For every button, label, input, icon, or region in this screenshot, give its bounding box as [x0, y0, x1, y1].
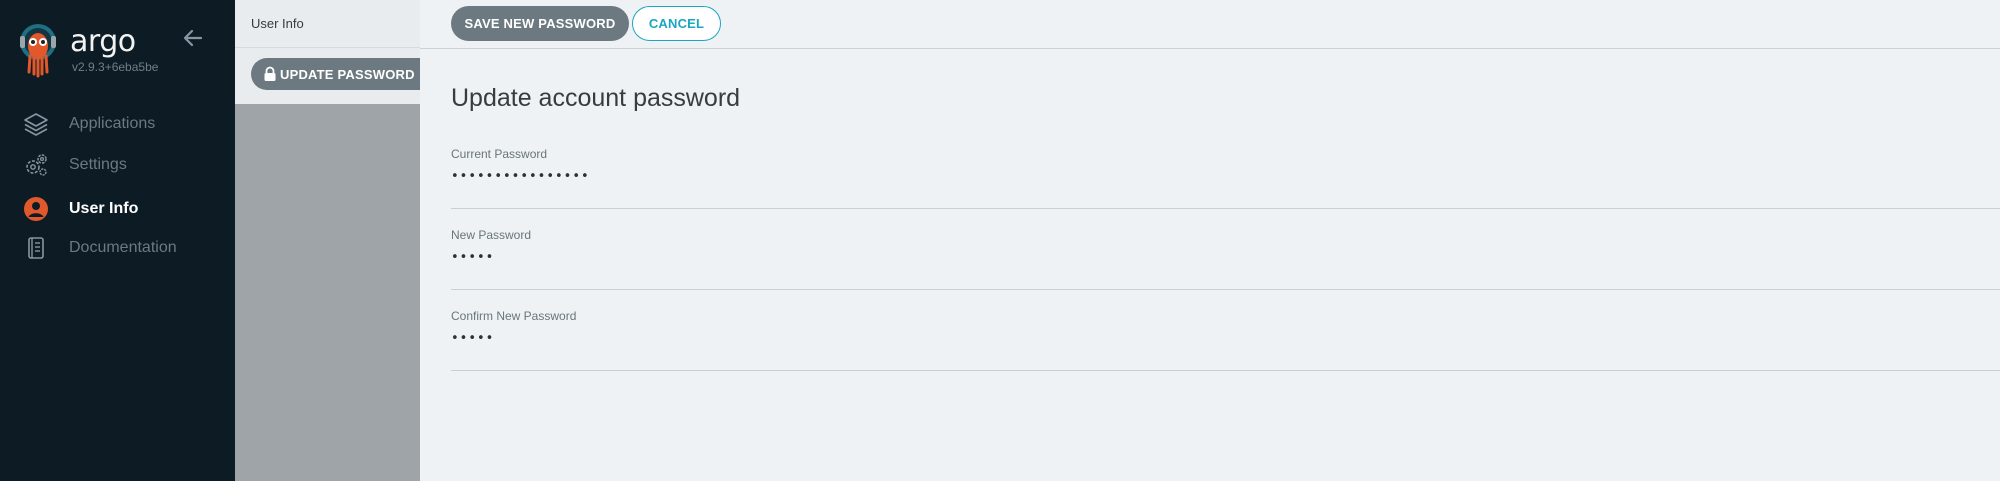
page-title-user-info: User Info [251, 16, 304, 31]
form-title: Update account password [451, 84, 741, 112]
user-circle-icon [20, 193, 52, 225]
update-password-button[interactable]: UPDATE PASSWORD [251, 58, 426, 90]
confirm-password-label: Confirm New Password [451, 309, 577, 323]
sidebar: argo v2.9.3+6eba5be Applications Setting… [0, 0, 235, 481]
user-info-panel: User Info UPDATE PASSWORD [235, 0, 426, 481]
current-password-input[interactable] [451, 165, 1251, 187]
brand-name: argo [70, 24, 136, 59]
sidebar-item-documentation[interactable]: Documentation [20, 232, 220, 264]
arrow-left-icon [183, 29, 203, 47]
lock-icon [264, 66, 276, 81]
collapse-sidebar-button[interactable] [181, 26, 205, 50]
sidebar-item-label: Settings [69, 156, 127, 173]
save-new-password-button[interactable]: SAVE NEW PASSWORD [451, 6, 629, 41]
current-password-field: Current Password [451, 147, 2000, 209]
argo-logo [16, 22, 60, 78]
sidebar-item-label: User Info [69, 200, 139, 217]
current-password-label: Current Password [451, 147, 548, 161]
sidebar-item-applications[interactable]: Applications [20, 108, 220, 140]
panel-toolbar: UPDATE PASSWORD [235, 48, 426, 104]
new-password-label: New Password [451, 228, 532, 242]
panel-header: User Info [235, 0, 420, 48]
new-password-field: New Password [451, 228, 2000, 290]
sidebar-item-user-info[interactable]: User Info [20, 193, 220, 225]
sidebar-item-label: Applications [69, 115, 156, 132]
version-label: v2.9.3+6eba5be [72, 60, 159, 74]
sidebar-item-settings[interactable]: Settings [20, 149, 220, 181]
new-password-input[interactable] [451, 246, 1251, 268]
cancel-button[interactable]: CANCEL [632, 6, 721, 41]
update-password-label: UPDATE PASSWORD [280, 66, 415, 82]
confirm-password-input[interactable] [451, 327, 1251, 349]
confirm-password-field: Confirm New Password [451, 309, 2000, 371]
sidebar-item-label: Documentation [69, 239, 177, 256]
layers-icon [20, 108, 52, 140]
panel-toolbar: SAVE NEW PASSWORD CANCEL [420, 0, 2000, 49]
book-icon [20, 232, 52, 264]
gears-icon [20, 149, 52, 181]
update-password-panel: SAVE NEW PASSWORD CANCEL Update account … [420, 0, 2000, 481]
